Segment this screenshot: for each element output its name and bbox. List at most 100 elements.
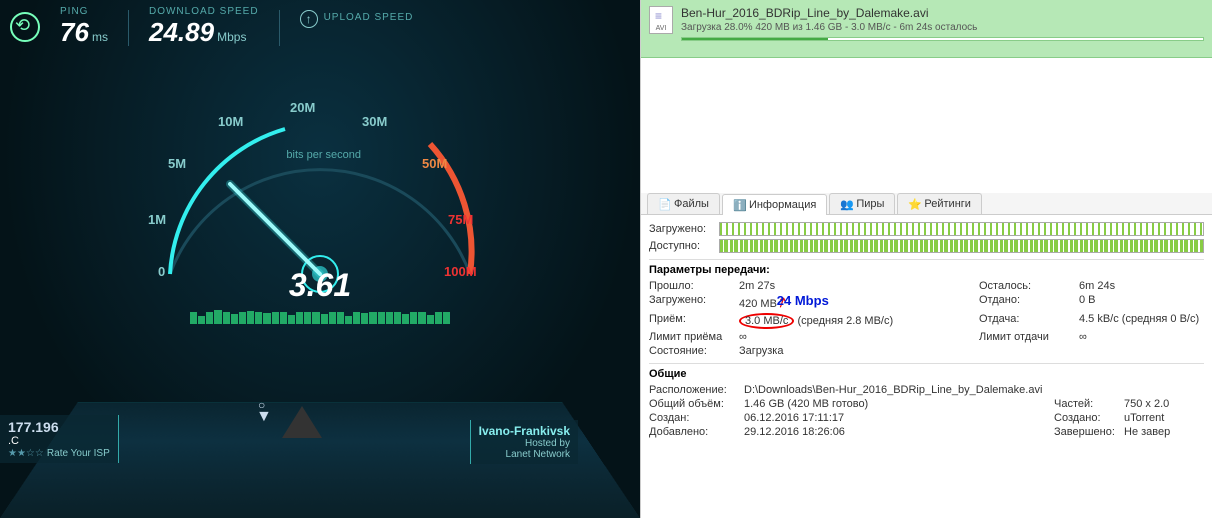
speedtest-topbar: PING 76 ms DOWNLOAD SPEED 24.89 Mbps ↑ U… [0,0,640,54]
pieces-value: 750 x 2.0 [1124,398,1204,410]
download-unit: Mbps [217,30,246,44]
location-label: Расположение: [649,384,744,396]
download-item[interactable]: AVI Ben-Hur_2016_BDRip_Line_by_Dalemake.… [641,0,1212,58]
isp-suffix: .C [8,435,19,447]
tab-ratings[interactable]: ⭐ Рейтинги [897,193,982,214]
download-status: Загрузка 28.0% 420 MB из 1.46 GB - 3.0 M… [681,22,1204,33]
ullimit-value: ∞ [1079,331,1204,343]
tab-files[interactable]: 📄 Файлы [647,193,720,214]
ping-unit: ms [92,30,108,44]
available-bar-label: Доступно: [649,240,719,252]
torrent-panel: AVI Ben-Hur_2016_BDRip_Line_by_Dalemake.… [640,0,1212,518]
info-icon: ℹ️ [733,199,745,211]
progress-bar [681,37,1204,41]
annotation-text: 24 Mbps [777,293,829,308]
location-value: D:\Downloads\Ben-Hur_2016_BDRip_Line_by_… [744,384,1204,396]
info-section: Загружено: Доступно: Параметры передачи:… [641,215,1212,442]
recv-value-circled: 3.0 MB/с [739,313,794,329]
params-grid: Прошло: 2m 27s Осталось: 6m 24s Загружен… [649,280,1204,357]
ping-label: PING [60,6,108,17]
upload-arrow-icon: ↑ [300,10,318,28]
downloaded-label: Загружено: [649,294,739,311]
rating-stars-icon[interactable]: ★★☆☆ [8,448,44,459]
tick-5m: 5M [168,156,186,171]
common-header: Общие [649,363,1204,380]
speedtest-panel: PING 76 ms DOWNLOAD SPEED 24.89 Mbps ↑ U… [0,0,640,518]
tab-info[interactable]: ℹ️ Информация [722,194,827,215]
tick-10m: 10M [218,114,243,129]
ping-value: 76 [60,17,89,47]
completed-label: Завершено: [1054,426,1124,438]
created-label: Создан: [649,412,744,424]
divider [128,10,129,46]
created-value: 06.12.2016 17:11:17 [744,412,1054,424]
speed-history-bars [190,304,450,324]
divider [279,10,280,46]
added-value: 29.12.2016 18:26:06 [744,426,1054,438]
list-spacer [641,58,1212,193]
uploaded-value: 0 B [1079,294,1204,311]
tick-75m: 75M [448,212,473,227]
elapsed-label: Прошло: [649,280,739,292]
ullimit-label: Лимит отдачи [979,331,1079,343]
tab-peers[interactable]: 👥 Пиры [829,193,895,214]
state-value: Загрузка [739,345,979,357]
remaining-value: 6m 24s [1079,280,1204,292]
rate-isp-link[interactable]: Rate Your ISP [47,448,110,459]
download-filename: Ben-Hur_2016_BDRip_Line_by_Dalemake.avi [681,6,1204,20]
current-speed-value: 3.61 [289,267,351,304]
downloaded-bar-label: Загружено: [649,223,719,235]
ping-metric: PING 76 ms [60,6,108,48]
send-value: 4.5 kB/с (средняя 0 B/с) [1079,313,1204,329]
download-value: 24.89 [149,17,214,47]
download-info: Ben-Hur_2016_BDRip_Line_by_Dalemake.avi … [681,6,1204,41]
state-label: Состояние: [649,345,739,357]
uploaded-label: Отдано: [979,294,1079,311]
retry-icon[interactable] [10,12,40,42]
ip-value: 177.196 [8,419,59,435]
params-header: Параметры передачи: [649,259,1204,276]
recv-avg: (средняя 2.8 MB/с) [797,315,893,327]
size-value: 1.46 GB (420 MB готово) [744,398,1054,410]
added-label: Добавлено: [649,426,744,438]
tick-1m: 1M [148,212,166,227]
tick-100m: 100M [444,264,477,279]
server-host: Lanet Network [506,449,570,460]
remaining-label: Осталось: [979,280,1079,292]
upload-metric: ↑ UPLOAD SPEED [300,6,414,28]
tick-50m: 50M [422,156,447,171]
createdby-label: Создано: [1054,412,1124,424]
peers-icon: 👥 [840,198,852,210]
tick-30m: 30M [362,114,387,129]
progress-fill [682,38,828,40]
tick-20m: 20M [290,100,315,115]
dllimit-label: Лимит приёма [649,331,739,343]
download-metric: DOWNLOAD SPEED 24.89 Mbps [149,6,259,48]
completed-value: Не завер [1124,426,1204,438]
server-info[interactable]: Ivano-Frankivsk Hosted by Lanet Network [470,420,578,464]
downloaded-value: 420 MB [739,298,777,310]
files-icon: 📄 [658,198,670,210]
elapsed-value: 2m 27s [739,280,979,292]
bits-per-second-label: bits per second [286,149,361,161]
tick-0: 0 [158,264,165,279]
available-pieces-bar [719,239,1204,253]
downloaded-pieces-bar [719,222,1204,236]
speedometer: 0 1M 5M 10M 20M 30M 50M 75M 100M bits pe… [100,64,540,304]
send-label: Отдача: [979,313,1079,329]
available-bar-row: Доступно: [649,239,1204,253]
downloaded-bar-row: Загружено: [649,222,1204,236]
pieces-label: Частей: [1054,398,1124,410]
recv-label: Приём: [649,313,739,329]
tabs: 📄 Файлы ℹ️ Информация 👥 Пиры ⭐ Рейтинги [641,193,1212,215]
isp-info: 177.196 .C ★★☆☆ Rate Your ISP [0,415,119,463]
hosted-by-label: Hosted by [525,438,570,449]
avi-file-icon: AVI [649,6,673,34]
server-city: Ivano-Frankivsk [479,424,570,438]
common-grid: Расположение: D:\Downloads\Ben-Hur_2016_… [649,384,1204,438]
star-icon: ⭐ [908,198,920,210]
download-label: DOWNLOAD SPEED [149,6,259,17]
size-label: Общий объём: [649,398,744,410]
dllimit-value: ∞ [739,331,979,343]
upload-label: UPLOAD SPEED [324,12,414,23]
